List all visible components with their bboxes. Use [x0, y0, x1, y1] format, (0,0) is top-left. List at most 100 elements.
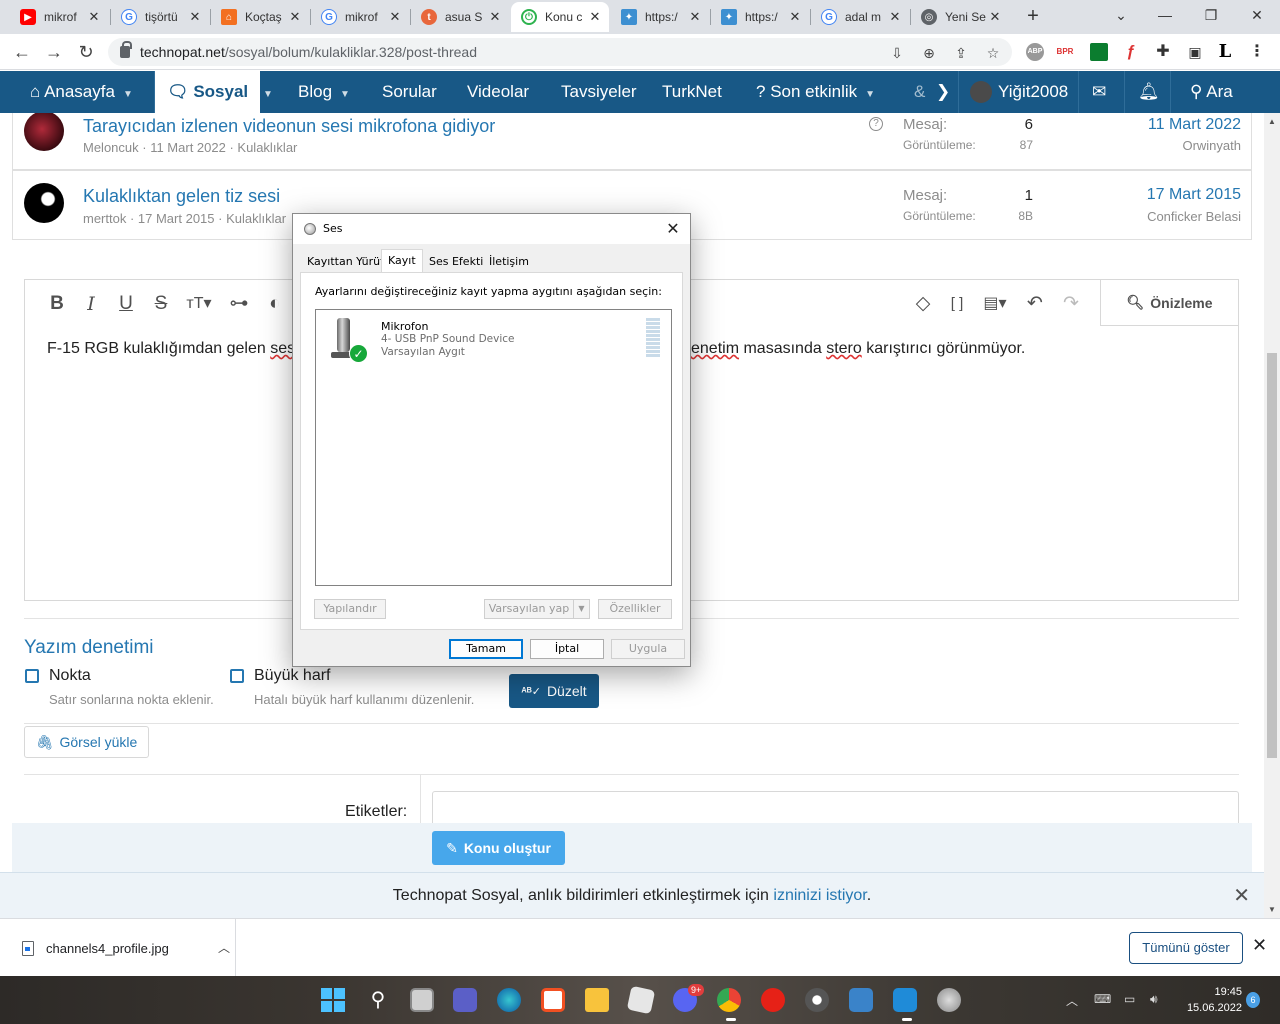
- tab-search-icon[interactable]: ⌄: [1098, 0, 1144, 32]
- nav-sorular[interactable]: Sorular: [382, 71, 437, 113]
- close-tab-icon[interactable]: ✕: [86, 9, 102, 25]
- last-post-date[interactable]: 17 Mart 2015: [1147, 186, 1241, 204]
- chevron-down-icon[interactable]: ▼: [340, 89, 350, 100]
- strikethrough-icon[interactable]: S: [149, 292, 173, 316]
- gamepad-icon[interactable]: ⊶: [227, 292, 251, 316]
- profile-letter-icon[interactable]: L: [1216, 43, 1234, 61]
- tab-communications[interactable]: İletişim: [483, 251, 535, 273]
- browser-tab[interactable]: ✦ https:/ ✕: [611, 2, 709, 32]
- new-tab-button[interactable]: +: [1022, 6, 1044, 28]
- nav-videolar[interactable]: Videolar: [467, 71, 529, 113]
- browser-tab[interactable]: ⌂ Koçtaş ✕: [211, 2, 309, 32]
- nav-tavsiyeler[interactable]: Tavsiyeler: [561, 71, 637, 113]
- nav-home[interactable]: ⌂ Anasayfa ▼: [30, 71, 133, 113]
- cancel-button[interactable]: İptal: [530, 639, 604, 659]
- share-icon[interactable]: ⇪: [952, 44, 970, 62]
- task-view-icon[interactable]: [410, 988, 434, 1012]
- italic-icon[interactable]: I: [79, 292, 103, 316]
- chevron-down-icon[interactable]: ▼: [865, 89, 875, 100]
- scroll-down-icon[interactable]: ▼: [1268, 905, 1276, 914]
- browser-tab[interactable]: t asua S ✕: [411, 2, 509, 32]
- address-bar[interactable]: technopat.net/sosyal/bolum/kulakliklar.3…: [108, 38, 1012, 66]
- chrome-menu-icon[interactable]: ⋮: [1248, 43, 1266, 61]
- create-thread-button[interactable]: ✎ Konu oluştur: [432, 831, 565, 865]
- app-icon[interactable]: [626, 985, 656, 1015]
- scroll-thumb[interactable]: [1267, 353, 1277, 758]
- thread-row[interactable]: Tarayıcıdan izlenen videonun sesi mikrof…: [12, 113, 1252, 170]
- underline-icon[interactable]: U: [114, 292, 138, 316]
- close-tab-icon[interactable]: ✕: [787, 9, 803, 25]
- side-panel-icon[interactable]: ▣: [1186, 43, 1204, 61]
- file-explorer-icon[interactable]: [585, 988, 609, 1012]
- minimize-button[interactable]: —: [1142, 0, 1188, 32]
- media-player-icon[interactable]: [893, 988, 917, 1012]
- font-size-icon[interactable]: тT▾: [183, 292, 215, 316]
- bookmark-star-icon[interactable]: ☆: [984, 44, 1002, 62]
- nav-search[interactable]: ⚲ Ara: [1190, 71, 1233, 113]
- close-tab-icon[interactable]: ✕: [587, 9, 603, 25]
- close-tab-icon[interactable]: ✕: [687, 9, 703, 25]
- close-icon[interactable]: ✕: [1252, 935, 1267, 956]
- close-tab-icon[interactable]: ✕: [987, 9, 1003, 25]
- browser-tab[interactable]: ◎ Yeni Se ✕: [911, 2, 1009, 32]
- tab-playback[interactable]: Kayıttan Yürüt: [301, 251, 390, 273]
- reload-icon[interactable]: ↻: [74, 40, 98, 64]
- keyboard-icon[interactable]: ⌨: [1094, 992, 1111, 1006]
- bold-icon[interactable]: B: [45, 292, 69, 316]
- browser-tab[interactable]: G adal m ✕: [811, 2, 909, 32]
- editor-text[interactable]: F-15 RGB kulaklığımdan gelen ses: [47, 340, 295, 358]
- teams-chat-icon[interactable]: [453, 988, 477, 1012]
- dialog-titlebar[interactable]: Ses ✕: [293, 214, 690, 244]
- configure-button[interactable]: Yapılandır: [314, 599, 386, 619]
- steam-icon[interactable]: [805, 988, 829, 1012]
- fix-button[interactable]: ᴬᴮ✓ Düzelt: [509, 674, 599, 708]
- chevron-up-icon[interactable]: ︿: [1066, 992, 1078, 1009]
- buyuk-harf-checkbox[interactable]: [230, 669, 244, 683]
- nav-more-icon[interactable]: &: [914, 71, 925, 113]
- editor-text[interactable]: enetim masasında stero karıştırıcı görün…: [691, 340, 1025, 358]
- set-default-button[interactable]: Varsayılan yap ▼: [484, 599, 590, 619]
- start-icon[interactable]: [321, 988, 345, 1012]
- preview-button[interactable]: 🔍︎ Önizleme: [1100, 280, 1238, 326]
- restore-button[interactable]: ❐: [1188, 0, 1234, 32]
- install-icon[interactable]: ⇩: [888, 44, 906, 62]
- edge-icon[interactable]: [497, 988, 521, 1012]
- browser-tab[interactable]: G tişörtü ✕: [111, 2, 209, 32]
- download-item[interactable]: channels4_profile.jpg ︿: [12, 919, 236, 977]
- close-tab-icon[interactable]: ✕: [287, 9, 303, 25]
- youtube-music-icon[interactable]: [761, 988, 785, 1012]
- search-icon[interactable]: ⚲: [366, 988, 390, 1012]
- nokta-label[interactable]: Nokta: [49, 667, 91, 685]
- list-item[interactable]: ✓ Mikrofon 4- USB PnP Sound Device Varsa…: [316, 310, 671, 368]
- tab-sounds[interactable]: Ses Efekti: [423, 251, 489, 273]
- notification-badge[interactable]: 6: [1246, 992, 1260, 1008]
- zoom-icon[interactable]: ⊕: [920, 44, 938, 62]
- close-tab-icon[interactable]: ✕: [387, 9, 403, 25]
- chevron-down-icon[interactable]: ▼: [123, 89, 133, 100]
- bbcode-icon[interactable]: [ ]: [945, 292, 969, 316]
- adblock-icon[interactable]: ABP: [1026, 43, 1044, 61]
- forward-arrow-icon[interactable]: →: [42, 40, 66, 64]
- chevron-right-icon[interactable]: ❯: [936, 71, 950, 113]
- control-panel-icon[interactable]: [849, 988, 873, 1012]
- palette-icon[interactable]: ◐: [263, 292, 287, 316]
- tab-recording[interactable]: Kayıt: [381, 249, 423, 274]
- eraser-icon[interactable]: ◇: [911, 292, 935, 316]
- network-icon[interactable]: ▭: [1124, 992, 1135, 1006]
- nav-user[interactable]: Yiğit2008: [970, 71, 1068, 113]
- close-icon[interactable]: ✕: [656, 214, 690, 244]
- system-clock[interactable]: 19:45 15.06.2022: [1178, 984, 1242, 1016]
- redo-icon[interactable]: ↷: [1059, 292, 1083, 316]
- last-post-user[interactable]: Conficker Belasi: [1147, 209, 1241, 224]
- save-draft-icon[interactable]: ▤▾: [979, 292, 1011, 316]
- browser-tab[interactable]: G mikrof ✕: [311, 2, 409, 32]
- inbox-icon[interactable]: ✉: [1092, 71, 1106, 113]
- last-post-date[interactable]: 11 Mart 2022: [1148, 116, 1241, 134]
- extension-red-icon[interactable]: ƒ: [1122, 43, 1140, 61]
- close-tab-icon[interactable]: ✕: [487, 9, 503, 25]
- undo-icon[interactable]: ↶: [1023, 292, 1047, 316]
- upload-image-button[interactable]: 🖇︎ Görsel yükle: [24, 726, 149, 758]
- apply-button[interactable]: Uygula: [611, 639, 685, 659]
- volume-icon[interactable]: 🔊︎: [1150, 992, 1158, 1007]
- permission-link[interactable]: izninizi istiyor: [773, 887, 866, 904]
